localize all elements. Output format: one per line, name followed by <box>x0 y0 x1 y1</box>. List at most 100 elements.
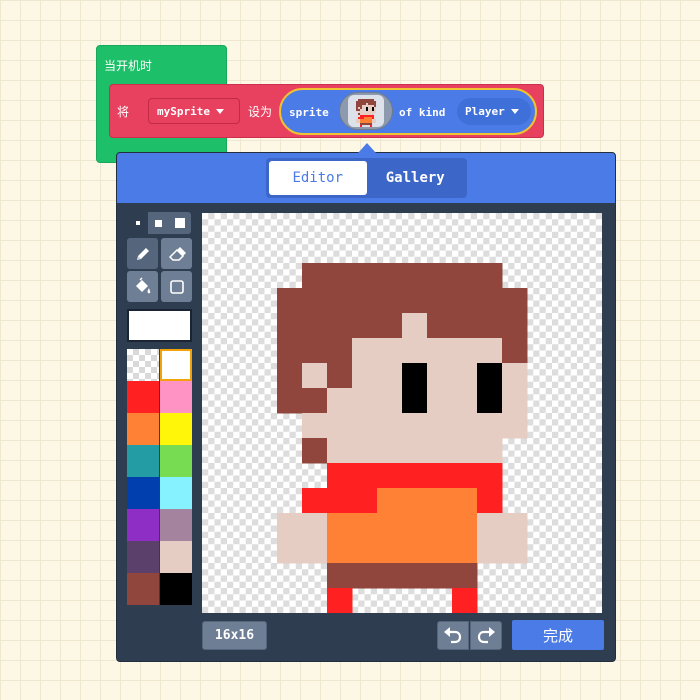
thumbnail-pixel <box>362 103 365 106</box>
sprite-pixel <box>452 513 478 539</box>
thumbnail-pixel <box>366 121 369 124</box>
sprite-thumbnail-image <box>356 99 377 127</box>
thumbnail-pixel <box>366 105 369 108</box>
thumbnail-pixel <box>368 119 371 122</box>
sprite-pixel <box>377 263 403 289</box>
pencil-tool[interactable] <box>127 238 158 269</box>
color-swatch[interactable] <box>127 541 159 573</box>
brush-size-large[interactable] <box>170 212 191 234</box>
sprite-pixel <box>502 413 528 439</box>
color-swatch[interactable] <box>160 349 192 381</box>
fill-tool[interactable] <box>127 271 158 302</box>
thumbnail-pixel <box>360 123 363 126</box>
tab-gallery[interactable]: Gallery <box>367 161 465 195</box>
thumbnail-pixel <box>358 107 361 110</box>
sprite-pixel <box>427 413 453 439</box>
thumbnail-pixel <box>364 111 367 114</box>
chevron-down-icon <box>510 109 519 114</box>
sprite-pixel <box>277 538 303 564</box>
color-swatch[interactable] <box>160 381 192 413</box>
thumbnail-pixel <box>356 103 359 106</box>
thumbnail-pixel <box>364 115 367 118</box>
sprite-pixel <box>302 538 328 564</box>
thumbnail-pixel <box>364 105 367 108</box>
color-swatch[interactable] <box>127 509 159 541</box>
sprite-pixel <box>402 563 428 589</box>
sprite-pixel <box>302 288 328 314</box>
thumbnail-pixel <box>374 121 377 124</box>
thumbnail-pixel <box>356 109 359 112</box>
undo-icon <box>444 626 462 643</box>
thumbnail-pixel <box>356 105 359 108</box>
color-swatch[interactable] <box>127 381 159 413</box>
sprite-pixel <box>402 363 428 389</box>
thumbnail-pixel <box>364 99 367 102</box>
tab-editor[interactable]: Editor <box>269 161 367 195</box>
color-swatch[interactable] <box>160 445 192 477</box>
thumbnail-pixel <box>372 105 375 108</box>
done-button[interactable]: 完成 <box>512 620 604 650</box>
sprite-pixel <box>452 588 478 613</box>
sprite-pixel <box>377 488 403 514</box>
sprite-pixel <box>377 413 403 439</box>
sprite-pixel <box>352 413 378 439</box>
redo-button[interactable] <box>470 621 502 650</box>
color-swatch[interactable] <box>160 541 192 573</box>
sprite-pixel <box>477 313 503 339</box>
color-swatch[interactable] <box>160 509 192 541</box>
thumbnail-pixel <box>364 101 367 104</box>
sprite-thumbnail[interactable] <box>348 95 384 127</box>
sprite-pixel <box>352 338 378 364</box>
thumbnail-pixel <box>362 99 365 102</box>
sprite-pixel <box>452 288 478 314</box>
color-swatch[interactable] <box>127 477 159 509</box>
color-swatch[interactable] <box>127 445 159 477</box>
color-swatch[interactable] <box>160 573 192 605</box>
color-swatch[interactable] <box>160 413 192 445</box>
variable-dropdown[interactable]: mySprite <box>148 98 240 124</box>
sprite-pixel <box>427 263 453 289</box>
sprite-pixel <box>452 388 478 414</box>
brush-size-medium[interactable] <box>148 212 169 234</box>
canvas-size-button[interactable]: 16x16 <box>202 621 267 650</box>
thumbnail-pixel <box>362 111 365 114</box>
thumbnail-pixel <box>372 103 375 106</box>
eraser-tool[interactable] <box>161 238 192 269</box>
thumbnail-pixel <box>370 119 373 122</box>
sprite-pixel <box>452 538 478 564</box>
brush-size-small[interactable] <box>127 212 149 234</box>
sprite-pixel <box>377 438 403 464</box>
thumbnail-pixel <box>360 101 363 104</box>
color-swatch[interactable] <box>127 349 159 381</box>
thumbnail-pixel <box>368 111 371 114</box>
rectangle-tool[interactable] <box>161 271 192 302</box>
color-swatch[interactable] <box>127 413 159 445</box>
sprite-pixel <box>452 413 478 439</box>
sprite-pixel <box>477 488 503 514</box>
sprite-pixel <box>427 288 453 314</box>
thumbnail-pixel <box>368 121 371 124</box>
color-swatch[interactable] <box>127 573 159 605</box>
sprite-pixel <box>327 363 353 389</box>
thumbnail-pixel <box>366 111 369 114</box>
thumbnail-pixel <box>374 111 377 114</box>
kind-dropdown[interactable]: Player <box>457 98 531 125</box>
thumbnail-pixel <box>368 123 371 126</box>
color-swatch[interactable] <box>160 477 192 509</box>
sprite-pixel <box>427 313 453 339</box>
sprite-pixel <box>277 363 303 389</box>
thumbnail-pixel <box>358 99 361 102</box>
pixel-canvas[interactable] <box>202 213 602 613</box>
undo-button[interactable] <box>437 621 469 650</box>
thumbnail-pixel <box>366 115 369 118</box>
redo-icon <box>477 626 495 643</box>
sprite-pixel <box>477 513 503 539</box>
thumbnail-pixel <box>366 117 369 120</box>
thumbnail-pixel <box>362 101 365 104</box>
sprite-pixel <box>302 338 328 364</box>
sprite-pixel <box>327 538 353 564</box>
sprite-pixel <box>427 363 453 389</box>
sprite-pixel <box>427 538 453 564</box>
thumbnail-pixel <box>360 111 363 114</box>
sprite-pixel <box>352 438 378 464</box>
